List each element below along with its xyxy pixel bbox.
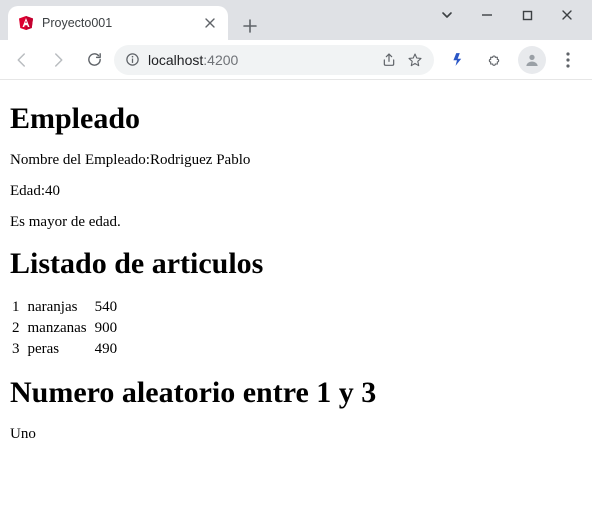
articulo-cantidad: 490 [95, 339, 126, 360]
close-tab-icon[interactable] [202, 15, 218, 31]
nombre-label: Nombre del Empleado: [10, 152, 150, 168]
empleado-nombre-line: Nombre del Empleado:Rodriguez Pablo [10, 152, 582, 169]
minimize-button[interactable] [478, 6, 496, 24]
close-window-button[interactable] [558, 6, 576, 24]
extension-icon[interactable] [446, 46, 474, 74]
table-row: 3peras490 [12, 339, 125, 360]
articulo-nombre: naranjas [28, 297, 95, 318]
url-host: localhost [148, 52, 203, 68]
heading-articulos: Listado de articulos [10, 247, 582, 281]
tab-title: Proyecto001 [42, 16, 202, 30]
articulos-table: 1naranjas5402manzanas9003peras490 [12, 297, 125, 360]
nombre-valor: Rodriguez Pablo [150, 152, 250, 168]
articulo-nombre: peras [28, 339, 95, 360]
random-value: Uno [10, 426, 582, 443]
table-row: 1naranjas540 [12, 297, 125, 318]
empleado-edad-line: Edad:40 [10, 183, 582, 200]
new-tab-button[interactable] [236, 12, 264, 40]
maximize-button[interactable] [518, 6, 536, 24]
empleado-edad-msg: Es mayor de edad. [10, 214, 582, 231]
tabstrip: Proyecto001 [0, 0, 430, 40]
url-text: localhost:4200 [148, 52, 372, 68]
edad-label: Edad: [10, 183, 45, 199]
edad-valor: 40 [45, 183, 60, 199]
extensions-area [438, 46, 586, 74]
heading-random: Numero aleatorio entre 1 y 3 [10, 376, 582, 410]
url-port: :4200 [203, 52, 238, 68]
back-button[interactable] [6, 44, 38, 76]
window-controls [430, 0, 592, 24]
site-info-icon[interactable] [124, 52, 140, 68]
page-content: Empleado Nombre del Empleado:Rodriguez P… [0, 80, 592, 467]
address-bar[interactable]: localhost:4200 [114, 45, 434, 75]
articulo-num: 3 [12, 339, 28, 360]
browser-tab[interactable]: Proyecto001 [8, 6, 228, 40]
share-icon[interactable] [380, 51, 398, 69]
angular-favicon-icon [18, 15, 34, 31]
articulo-num: 1 [12, 297, 28, 318]
articulo-cantidad: 540 [95, 297, 126, 318]
kebab-menu-icon[interactable] [554, 46, 582, 74]
titlebar: Proyecto001 [0, 0, 592, 40]
bookmark-star-icon[interactable] [406, 51, 424, 69]
chevron-down-icon[interactable] [438, 6, 456, 24]
articulo-num: 2 [12, 318, 28, 339]
table-row: 2manzanas900 [12, 318, 125, 339]
extensions-puzzle-icon[interactable] [482, 46, 510, 74]
toolbar: localhost:4200 [0, 40, 592, 80]
profile-avatar-icon[interactable] [518, 46, 546, 74]
articulo-cantidad: 900 [95, 318, 126, 339]
forward-button[interactable] [42, 44, 74, 76]
browser-chrome: Proyecto001 [0, 0, 592, 80]
heading-empleado: Empleado [10, 102, 582, 136]
articulo-nombre: manzanas [28, 318, 95, 339]
reload-button[interactable] [78, 44, 110, 76]
